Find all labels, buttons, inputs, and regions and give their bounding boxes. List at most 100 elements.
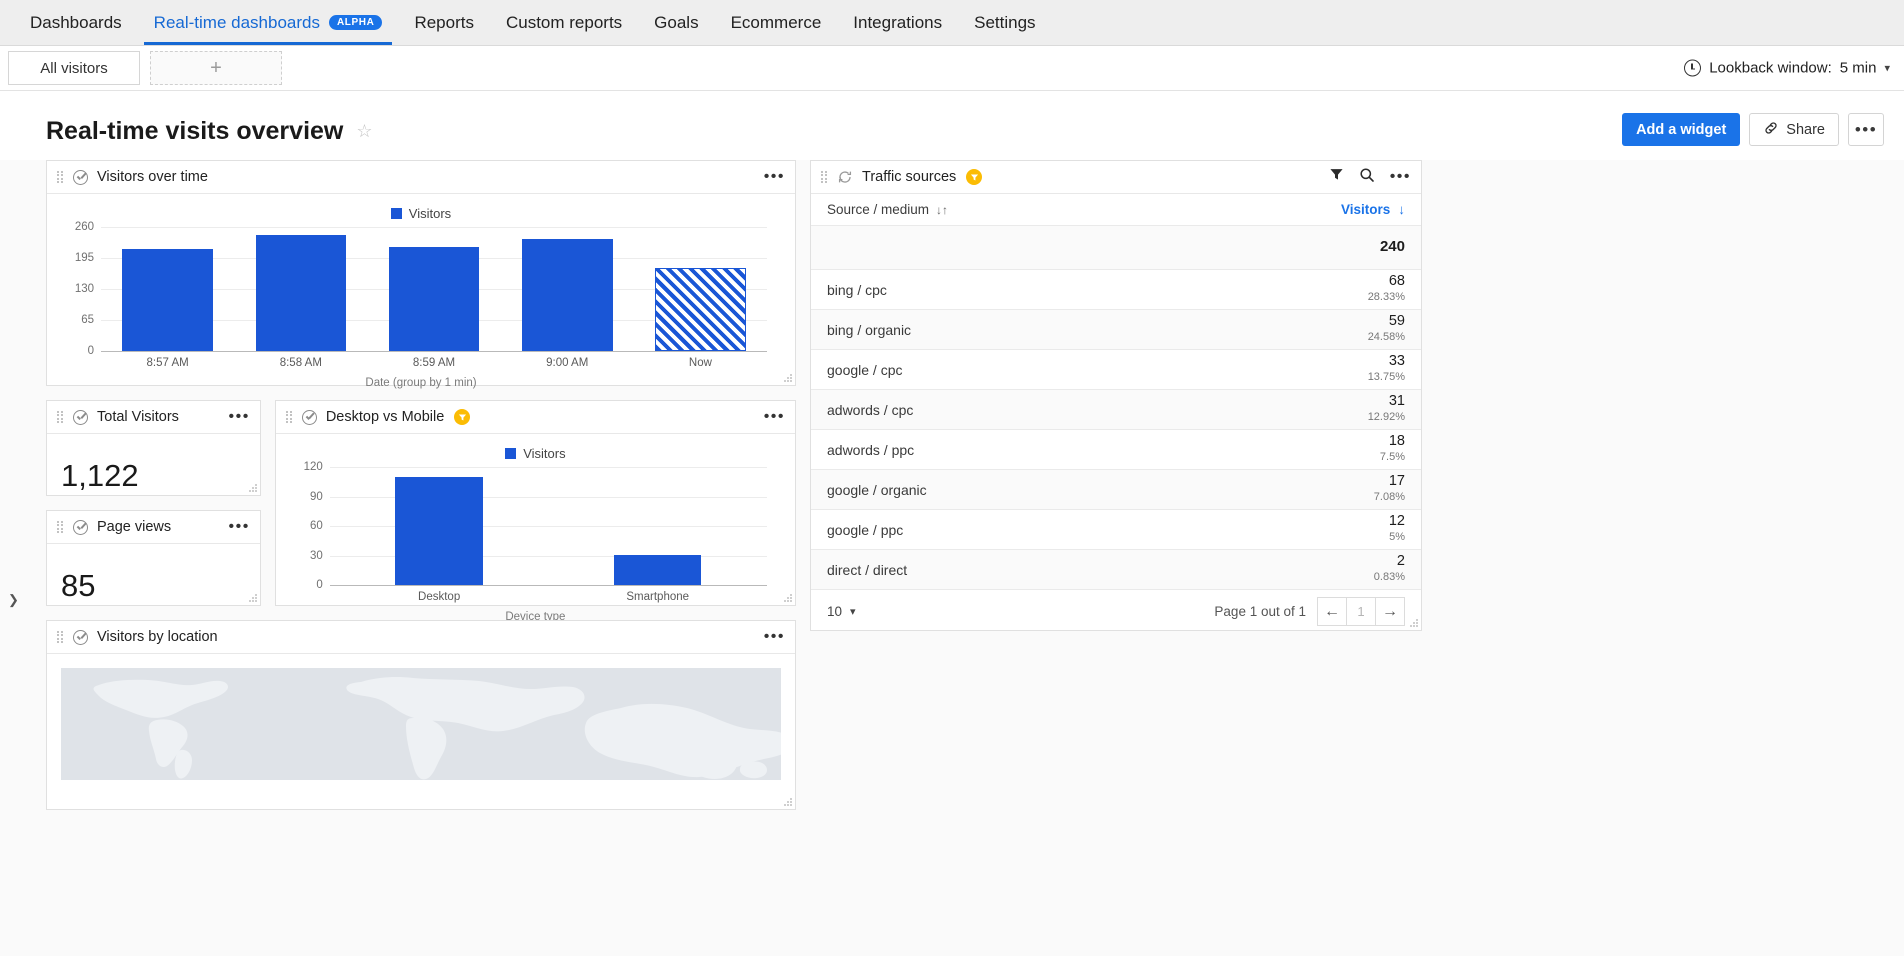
- x-tick-label: 8:57 AM: [101, 357, 234, 369]
- widget-total-visitors: Total Visitors ••• 1,122: [46, 400, 261, 496]
- share-button[interactable]: Share: [1749, 113, 1839, 146]
- nav-item-label: Dashboards: [30, 13, 122, 33]
- row-metric: 33 13.75%: [1368, 354, 1405, 385]
- widget-header-actions: •••: [764, 631, 785, 642]
- y-tick-label: 120: [304, 461, 323, 473]
- bar-visitors-now[interactable]: [655, 268, 746, 351]
- nav-item-dashboards[interactable]: Dashboards: [14, 0, 138, 45]
- nav-item-integrations[interactable]: Integrations: [837, 0, 958, 45]
- table-row[interactable]: bing / cpc 68 28.33%: [811, 269, 1421, 309]
- bar-visitors-1[interactable]: [256, 235, 347, 351]
- table-row[interactable]: google / cpc 33 13.75%: [811, 349, 1421, 389]
- widget-more-button[interactable]: •••: [764, 631, 785, 642]
- check-circle-icon: [302, 410, 317, 425]
- row-metric: 68 28.33%: [1368, 274, 1405, 305]
- segment-bar: All visitors + Lookback window: 5 min ▾: [0, 46, 1904, 91]
- row-source-label: adwords / ppc: [827, 442, 1380, 458]
- row-visitors-value: 31: [1368, 394, 1405, 410]
- lookback-window-label: Lookback window:: [1709, 60, 1832, 77]
- page-title: Real-time visits overview: [46, 117, 343, 146]
- table-row[interactable]: google / ppc 12 5%: [811, 509, 1421, 549]
- drag-handle-icon[interactable]: [57, 521, 64, 534]
- nav-item-ecommerce[interactable]: Ecommerce: [715, 0, 838, 45]
- row-visitors-value: 59: [1368, 314, 1405, 330]
- widget-visitors-by-location: Visitors by location •••: [46, 620, 796, 810]
- sidebar-expand-toggle[interactable]: ❯: [8, 592, 19, 608]
- favorite-star-icon[interactable]: ☆: [356, 121, 372, 142]
- widget-resize-handle[interactable]: [249, 594, 257, 602]
- widget-header: Traffic sources •••: [811, 161, 1421, 194]
- widget-more-button[interactable]: •••: [229, 411, 250, 422]
- bar-visitors-0[interactable]: [122, 249, 213, 351]
- table-column-source-medium[interactable]: Source / medium ↓↑: [827, 202, 1341, 217]
- widget-resize-handle[interactable]: [1410, 619, 1418, 627]
- table-header-row: Source / medium ↓↑ Visitors ↓: [811, 194, 1421, 225]
- segment-tab-all-visitors[interactable]: All visitors: [8, 51, 140, 85]
- widget-more-button[interactable]: •••: [229, 521, 250, 532]
- drag-handle-icon[interactable]: [57, 631, 64, 644]
- widget-resize-handle[interactable]: [784, 594, 792, 602]
- alpha-badge: ALPHA: [329, 15, 382, 30]
- drag-handle-icon[interactable]: [286, 411, 293, 424]
- nav-item-realtime-dashboards[interactable]: Real-time dashboards ALPHA: [138, 0, 399, 45]
- widget-more-button[interactable]: •••: [764, 411, 785, 422]
- pagination-current-page: 1: [1346, 597, 1376, 626]
- pagination-next-button[interactable]: →: [1375, 597, 1405, 626]
- nav-item-settings[interactable]: Settings: [958, 0, 1051, 45]
- table-row[interactable]: adwords / cpc 31 12.92%: [811, 389, 1421, 429]
- bar-visitors-3[interactable]: [522, 239, 613, 351]
- lookback-window-selector[interactable]: Lookback window: 5 min ▾: [1684, 60, 1890, 77]
- filter-badge-icon: [454, 409, 470, 425]
- bar-visitors-2[interactable]: [389, 247, 480, 351]
- nav-item-label: Goals: [654, 13, 698, 33]
- widget-more-button[interactable]: •••: [764, 171, 785, 182]
- add-widget-button[interactable]: Add a widget: [1622, 113, 1740, 146]
- widget-header: Desktop vs Mobile •••: [276, 401, 795, 434]
- table-row[interactable]: adwords / ppc 18 7.5%: [811, 429, 1421, 469]
- widget-resize-handle[interactable]: [784, 374, 792, 382]
- row-visitors-value: 2: [1374, 554, 1405, 570]
- widget-resize-handle[interactable]: [784, 798, 792, 806]
- nav-item-reports[interactable]: Reports: [398, 0, 490, 45]
- table-row[interactable]: bing / organic 59 24.58%: [811, 309, 1421, 349]
- bar-smartphone[interactable]: [614, 555, 701, 585]
- table-row[interactable]: direct / direct 2 0.83%: [811, 549, 1421, 589]
- nav-item-label: Settings: [974, 13, 1035, 33]
- widget-resize-handle[interactable]: [249, 484, 257, 492]
- row-percent-value: 24.58%: [1368, 330, 1405, 345]
- sort-desc-icon: ↓: [1398, 202, 1405, 217]
- table-row[interactable]: google / organic 17 7.08%: [811, 469, 1421, 509]
- nav-item-label: Real-time dashboards: [154, 13, 320, 33]
- header-more-button[interactable]: •••: [1848, 113, 1884, 146]
- total-value: 240: [1380, 239, 1405, 256]
- table-column-visitors[interactable]: Visitors ↓: [1341, 202, 1405, 217]
- chart-desktop-vs-mobile: Visitors 120 90 60 30 0: [276, 434, 795, 629]
- pagination-prev-button[interactable]: ←: [1317, 597, 1347, 626]
- funnel-icon[interactable]: [1329, 167, 1344, 187]
- row-percent-value: 12.92%: [1368, 410, 1405, 425]
- world-map[interactable]: [61, 668, 781, 780]
- column-header-label: Source / medium: [827, 202, 929, 217]
- column-header-label: Visitors: [1341, 202, 1390, 217]
- row-percent-value: 7.5%: [1380, 450, 1405, 465]
- search-icon[interactable]: [1359, 167, 1375, 188]
- drag-handle-icon[interactable]: [57, 411, 64, 424]
- add-segment-button[interactable]: +: [150, 51, 282, 85]
- chart-x-labels: 8:57 AM 8:58 AM 8:59 AM 9:00 AM Now: [101, 357, 767, 369]
- lookback-window-value: 5 min: [1840, 60, 1877, 77]
- page-size-selector[interactable]: 10 ▾: [827, 604, 856, 619]
- widget-header-actions: •••: [229, 411, 250, 422]
- drag-handle-icon[interactable]: [821, 171, 828, 184]
- y-tick-label: 0: [316, 579, 322, 591]
- widget-more-button[interactable]: •••: [1390, 171, 1411, 182]
- refresh-icon[interactable]: [837, 169, 853, 185]
- bar-desktop[interactable]: [395, 477, 482, 585]
- widget-title: Desktop vs Mobile: [326, 409, 444, 425]
- nav-item-custom-reports[interactable]: Custom reports: [490, 0, 638, 45]
- chart-plot-area: 260 195 130 65 0: [101, 227, 767, 351]
- row-source-label: direct / direct: [827, 562, 1374, 578]
- nav-item-goals[interactable]: Goals: [638, 0, 714, 45]
- bar-cell: [367, 227, 500, 351]
- row-source-label: bing / cpc: [827, 282, 1368, 298]
- drag-handle-icon[interactable]: [57, 171, 64, 184]
